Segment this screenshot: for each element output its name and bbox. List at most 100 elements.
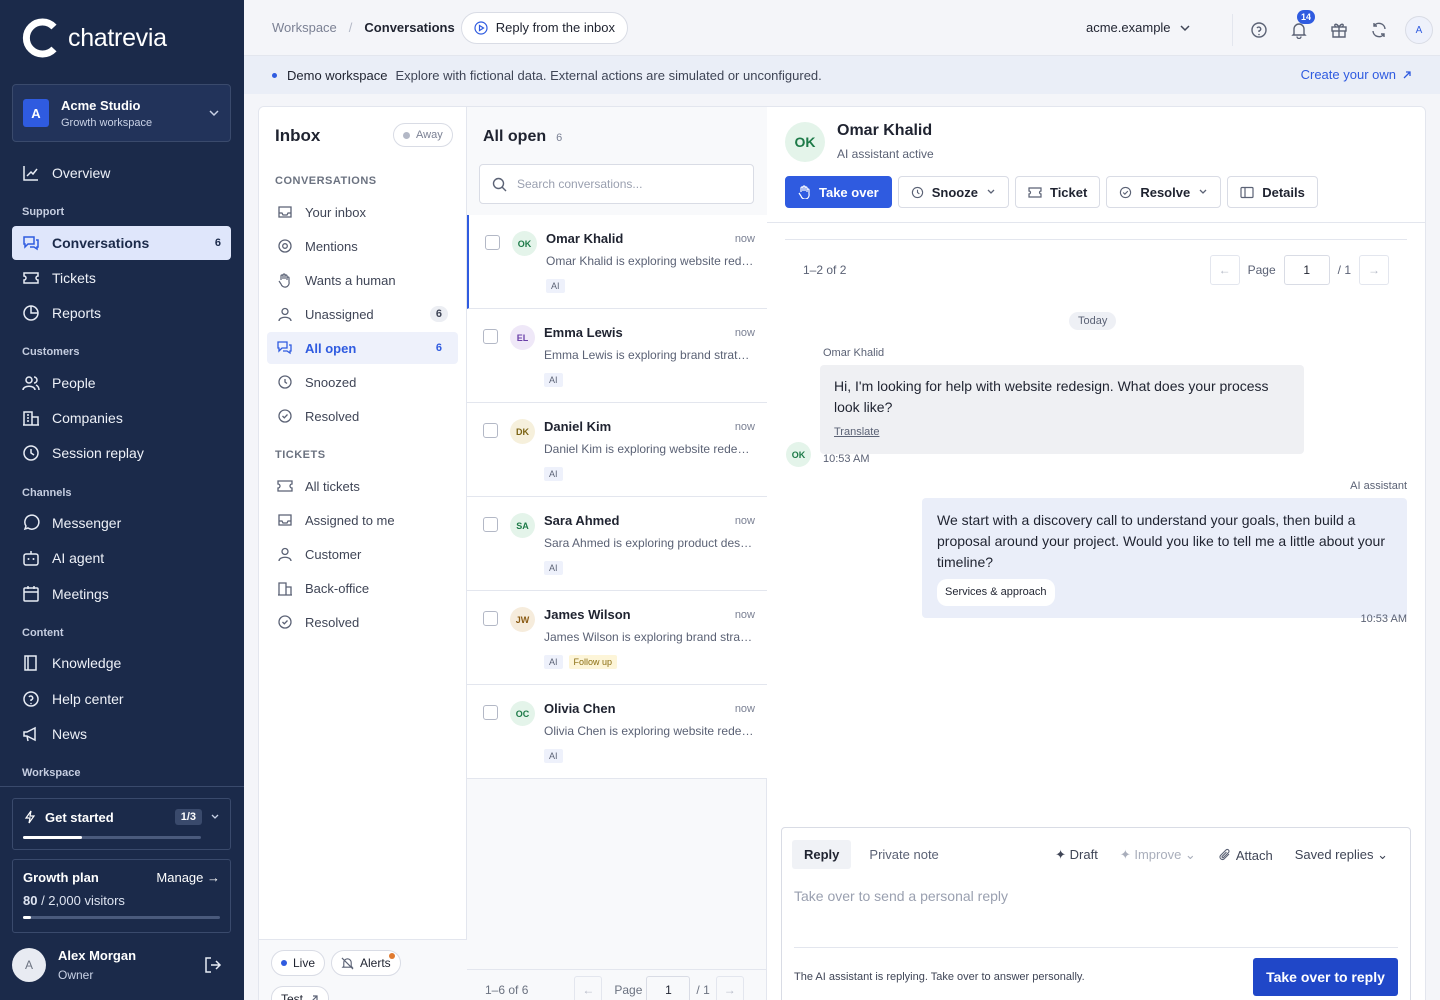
ticket-item-customer[interactable]: Customer [267, 538, 458, 570]
conversation-checkbox[interactable] [483, 329, 498, 344]
bell-off-icon [341, 957, 354, 969]
inbox-item-your-inbox[interactable]: Your inbox [267, 196, 458, 228]
conversation-checkbox[interactable] [483, 517, 498, 532]
search-input[interactable]: Search conversations... [479, 164, 754, 204]
nav-tickets[interactable]: Tickets [12, 261, 231, 295]
thread-prev-page[interactable]: ← [1209, 255, 1240, 285]
resolve-button[interactable]: Resolve [1106, 176, 1222, 208]
live-chip[interactable]: Live [271, 950, 326, 976]
ticket-item-all-tickets[interactable]: All tickets [267, 470, 458, 502]
user-avatar[interactable]: A [12, 948, 46, 982]
take-over-to-reply-button[interactable]: Take over to reply [1253, 958, 1398, 996]
account-avatar[interactable]: A [1405, 16, 1433, 44]
incoming-time: 10:53 AM [823, 453, 870, 465]
nav-overview[interactable]: Overview [12, 156, 231, 190]
list-page-input[interactable]: 1 [646, 975, 691, 1000]
nav-session-replay[interactable]: Session replay [12, 436, 231, 470]
help-button[interactable] [1239, 16, 1279, 44]
test-chip[interactable]: Test [271, 986, 330, 1000]
nav-session-replay-label: Session replay [52, 445, 144, 461]
incoming-avatar: OK [786, 442, 811, 467]
conversation-checkbox[interactable] [483, 705, 498, 720]
ticket-item-resolved[interactable]: Resolved [267, 606, 458, 638]
chart-line-icon [23, 166, 38, 181]
alerts-indicator [388, 953, 395, 959]
nav-ai-agent[interactable]: AI agent [12, 541, 231, 575]
nav-help-center[interactable]: Help center [12, 682, 231, 716]
manage-plan-link[interactable]: Manage → [156, 870, 220, 885]
brand-logo[interactable]: chatrevia [20, 17, 167, 59]
gift-button[interactable] [1319, 16, 1359, 44]
improve-button[interactable]: ✦ Improve ⌄ [1120, 847, 1196, 863]
draft-button[interactable]: ✦ Draft [1055, 847, 1098, 863]
live-label: Live [293, 956, 316, 970]
details-button[interactable]: Details [1227, 176, 1318, 208]
inbox-item-label: All tickets [305, 478, 360, 494]
availability-toggle[interactable]: Away [393, 123, 453, 147]
take-over-button[interactable]: Take over [785, 176, 892, 208]
nav-news[interactable]: News [12, 717, 231, 751]
help-circle-icon [1251, 22, 1267, 38]
domain-selector[interactable]: acme.example [1086, 20, 1191, 35]
conversation-row[interactable]: OK Omar Khalid now Omar Khalid is exploring… [467, 215, 767, 309]
nav-messenger[interactable]: Messenger [12, 506, 231, 540]
reply-from-inbox-pill[interactable]: Reply from the inbox [460, 11, 628, 44]
get-started-label: Get started [45, 809, 114, 825]
notifications-button[interactable]: 14 [1279, 10, 1319, 44]
ticket-button[interactable]: Ticket [1014, 176, 1101, 208]
conversation-row[interactable]: DK Daniel Kim now Daniel Kim is exploring w… [467, 403, 767, 497]
nav-companies[interactable]: Companies [12, 401, 231, 435]
attach-button[interactable]: Attach [1218, 848, 1273, 863]
chevron-down-icon [1180, 24, 1190, 31]
conversation-checkbox[interactable] [483, 611, 498, 626]
conversation-checkbox[interactable] [485, 235, 500, 250]
inbox-item-all-open[interactable]: All open 6 [267, 332, 458, 364]
inbox-item-resolved[interactable]: Resolved [267, 400, 458, 432]
create-your-own-link[interactable]: Create your own [1301, 67, 1412, 82]
tab-private-note[interactable]: Private note [857, 840, 950, 869]
conversation-row[interactable]: JW James Wilson now James Wilson is explori… [467, 591, 767, 685]
reply-input[interactable]: Take over to send a personal reply [794, 888, 1008, 904]
clock-icon [23, 445, 39, 461]
logout-icon[interactable] [203, 955, 223, 975]
nav-ai-agent-label: AI agent [52, 550, 105, 566]
translate-link[interactable]: Translate [834, 422, 1290, 443]
contact-name[interactable]: Omar Khalid [837, 122, 932, 140]
list-title: All open 6 [483, 128, 562, 146]
alerts-chip[interactable]: Alerts [331, 950, 401, 976]
refresh-button[interactable] [1359, 16, 1399, 44]
nav-meetings[interactable]: Meetings [12, 577, 231, 611]
saved-replies-button[interactable]: Saved replies ⌄ [1295, 847, 1388, 863]
inbox-item-wants-a-human[interactable]: Wants a human [267, 264, 458, 296]
list-title-text: All open [483, 128, 547, 145]
thread-next-page[interactable]: → [1359, 255, 1389, 285]
conversation-row[interactable]: SA Sara Ahmed now Sara Ahmed is exploring p… [467, 497, 767, 591]
nav-people[interactable]: People [12, 366, 231, 400]
snooze-button[interactable]: Snooze [897, 176, 1009, 208]
workspace-switcher[interactable]: A Acme Studio Growth workspace [12, 84, 231, 142]
chat-bubbles-icon [277, 341, 292, 355]
list-prev-page[interactable]: ← [574, 975, 603, 1000]
conversation-checkbox[interactable] [483, 423, 498, 438]
nav-conversations[interactable]: Conversations 6 [12, 226, 231, 260]
improve-label: ✦ Improve [1119, 847, 1182, 862]
nav-reports[interactable]: Reports [12, 296, 231, 330]
refresh-icon [1372, 22, 1386, 38]
conversation-row[interactable]: EL Emma Lewis now Emma Lewis is exploring b… [467, 309, 767, 403]
thread-page-input[interactable]: 1 [1283, 255, 1330, 285]
inbox-item-mentions[interactable]: Mentions [267, 230, 458, 262]
inbox-item-badge: 6 [429, 306, 448, 322]
source-tag[interactable]: Services & approach [937, 579, 1055, 606]
tab-reply[interactable]: Reply [792, 840, 852, 869]
get-started-card[interactable]: Get started 1/3 [12, 798, 231, 850]
inbox-item-unassigned[interactable]: Unassigned 6 [267, 298, 458, 330]
get-started-progress-fill [23, 836, 82, 839]
list-next-page[interactable]: → [715, 975, 744, 1000]
inbox-item-snoozed[interactable]: Snoozed [267, 366, 458, 398]
ticket-item-back-office[interactable]: Back-office [267, 572, 458, 604]
nav-knowledge[interactable]: Knowledge [12, 646, 231, 680]
breadcrumb-workspace[interactable]: Workspace [272, 20, 337, 35]
conversation-row[interactable]: OC Olivia Chen now Olivia Chen is exploring… [467, 685, 767, 779]
conversation-name: Olivia Chen [544, 701, 616, 716]
ticket-item-assigned-to-me[interactable]: Assigned to me [267, 504, 458, 536]
